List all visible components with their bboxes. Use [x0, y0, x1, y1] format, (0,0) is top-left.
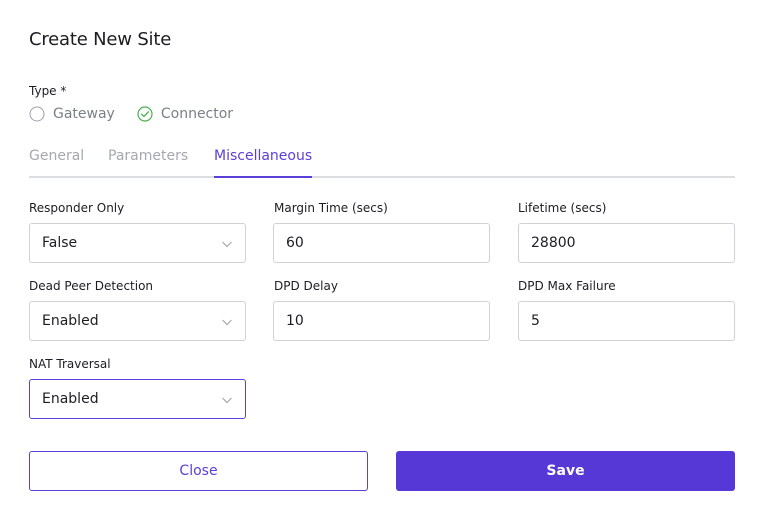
dead-peer-detection-value: Enabled	[42, 313, 99, 329]
type-radio-group: Gateway Connector	[29, 106, 255, 122]
dead-peer-detection-label: Dead Peer Detection	[29, 279, 154, 293]
radio-connector-label: Connector	[160, 106, 234, 122]
lifetime-input[interactable]: 28800	[518, 223, 735, 263]
tab-bar: General Parameters Miscellaneous	[29, 148, 735, 178]
chevron-down-icon	[221, 394, 233, 406]
lifetime-label: Lifetime (secs)	[518, 201, 607, 215]
nat-traversal-label: NAT Traversal	[29, 357, 111, 371]
dead-peer-detection-select[interactable]: Enabled	[29, 301, 246, 341]
close-button[interactable]: Close	[29, 451, 368, 491]
responder-only-select[interactable]: False	[29, 223, 246, 263]
margin-time-input[interactable]: 60	[273, 223, 490, 263]
margin-time-label: Margin Time (secs)	[274, 201, 388, 215]
lifetime-value: 28800	[531, 235, 576, 251]
radio-unchecked-icon	[29, 106, 45, 122]
dpd-max-failure-input[interactable]: 5	[518, 301, 735, 341]
radio-gateway[interactable]: Gateway	[29, 106, 115, 122]
tab-general[interactable]: General	[29, 148, 84, 178]
dpd-delay-input[interactable]: 10	[273, 301, 490, 341]
dpd-delay-label: DPD Delay	[274, 279, 338, 293]
responder-only-label: Responder Only	[29, 201, 125, 215]
type-label: Type *	[29, 84, 67, 98]
create-site-dialog: Create New Site Type * Gateway Connector…	[0, 0, 763, 519]
save-button[interactable]: Save	[396, 451, 735, 491]
dpd-delay-value: 10	[286, 313, 304, 329]
tab-parameters[interactable]: Parameters	[108, 148, 188, 178]
dpd-max-failure-label: DPD Max Failure	[518, 279, 616, 293]
responder-only-value: False	[42, 235, 78, 251]
chevron-down-icon	[221, 316, 233, 328]
nat-traversal-value: Enabled	[42, 391, 99, 407]
dpd-max-failure-value: 5	[531, 313, 540, 329]
radio-connector[interactable]: Connector	[137, 106, 233, 122]
radio-checked-icon	[137, 106, 153, 122]
tab-miscellaneous[interactable]: Miscellaneous	[214, 148, 313, 178]
radio-gateway-label: Gateway	[53, 106, 115, 122]
nat-traversal-select[interactable]: Enabled	[29, 379, 246, 419]
margin-time-value: 60	[286, 235, 304, 251]
dialog-title: Create New Site	[29, 29, 172, 50]
chevron-down-icon	[221, 238, 233, 250]
